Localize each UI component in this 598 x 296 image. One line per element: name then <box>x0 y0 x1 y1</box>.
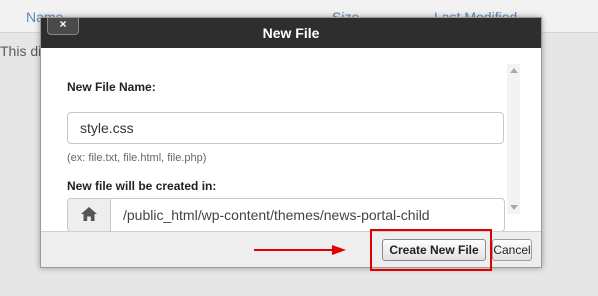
annotation-highlight-box <box>370 229 492 271</box>
annotation-arrow-icon <box>254 245 346 255</box>
path-value: /public_html/wp-content/themes/news-port… <box>123 207 430 223</box>
cancel-button[interactable]: Cancel <box>492 239 532 261</box>
dialog-scrollbar[interactable] <box>507 64 520 214</box>
file-name-label: New File Name: <box>67 80 156 94</box>
path-label: New file will be created in: <box>67 179 217 193</box>
scroll-down-icon[interactable] <box>510 205 518 210</box>
dialog-body: New File Name: style.css (ex: file.txt, … <box>41 48 541 232</box>
empty-directory-message: This di <box>0 43 42 59</box>
dialog-title: New File <box>262 25 320 41</box>
path-field[interactable]: /public_html/wp-content/themes/news-port… <box>67 198 505 232</box>
file-name-input[interactable]: style.css <box>67 112 504 144</box>
home-icon <box>81 207 97 221</box>
scroll-up-icon[interactable] <box>510 68 518 73</box>
file-name-hint: (ex: file.txt, file.html, file.php) <box>67 152 207 164</box>
path-addon <box>68 199 111 231</box>
dialog-header: × New File <box>41 18 541 48</box>
